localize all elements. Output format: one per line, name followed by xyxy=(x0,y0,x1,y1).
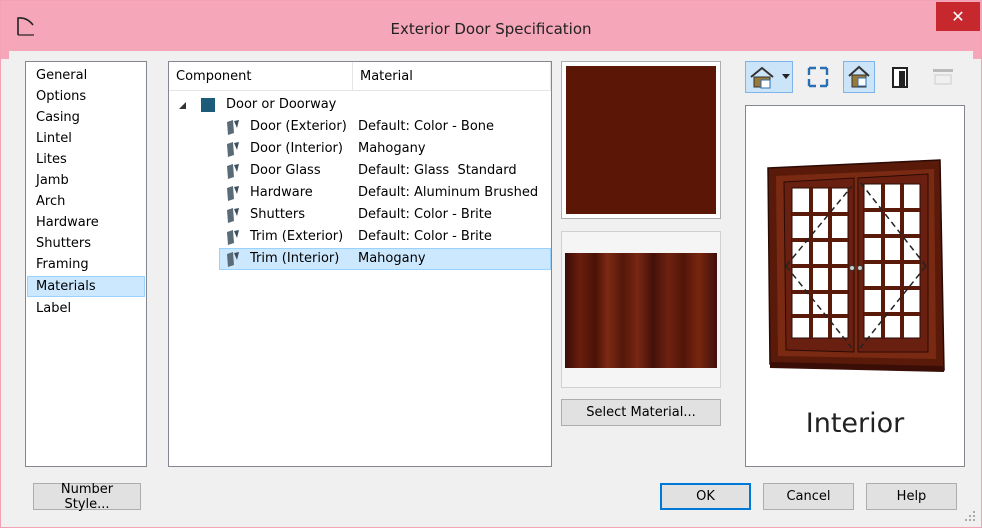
exterior-view-icon xyxy=(892,67,908,88)
tree-row-selected[interactable]: Trim (Interior) Mahogany xyxy=(219,248,551,270)
category-item-arch[interactable]: Arch xyxy=(27,191,145,212)
category-item-options[interactable]: Options xyxy=(27,86,145,107)
material-icon xyxy=(227,164,239,179)
category-item-hardware[interactable]: Hardware xyxy=(27,212,145,233)
category-item-lintel[interactable]: Lintel xyxy=(27,128,145,149)
tree-row[interactable]: Shutters Default: Color - Brite xyxy=(169,204,551,226)
component-tree[interactable]: Component Material Door or Doorway Door … xyxy=(168,61,552,467)
component-material: Default: Aluminum Brushed xyxy=(358,185,539,200)
collapse-arrow-icon[interactable] xyxy=(179,102,186,109)
window-title: Exterior Door Specification xyxy=(390,20,592,38)
double-door-preview-image xyxy=(767,159,945,372)
door-preview-pane[interactable]: Interior xyxy=(745,105,965,467)
cancel-button[interactable]: Cancel xyxy=(763,483,854,510)
view-angle-button[interactable] xyxy=(745,61,793,93)
dialog-window: Exterior Door Specification ✕ General Op… xyxy=(0,0,982,528)
component-name: Trim (Interior) xyxy=(250,251,340,266)
category-item-general[interactable]: General xyxy=(27,65,145,86)
interior-view-button[interactable] xyxy=(843,61,875,93)
component-material: Default: Color - Brite xyxy=(358,207,492,222)
material-icon xyxy=(227,120,239,135)
exterior-view-button[interactable] xyxy=(885,61,917,93)
component-material: Default: Glass Standard xyxy=(358,163,517,178)
tree-root-row[interactable]: Door or Doorway xyxy=(169,94,551,116)
tree-row[interactable]: Door Glass Default: Glass Standard xyxy=(169,160,551,182)
color-swatch-fill xyxy=(566,66,716,214)
ok-button[interactable]: OK xyxy=(660,483,751,510)
preview-view-label: Interior xyxy=(805,408,905,439)
tree-row[interactable]: Door (Exterior) Default: Color - Bone xyxy=(169,116,551,138)
dropdown-arrow-icon xyxy=(782,74,790,79)
material-icon xyxy=(227,186,239,201)
component-material: Mahogany xyxy=(358,141,426,156)
component-name: Trim (Exterior) xyxy=(250,229,344,244)
view-angle-icon xyxy=(750,66,774,89)
material-icon xyxy=(227,230,239,245)
tree-row[interactable]: Trim (Exterior) Default: Color - Brite xyxy=(169,226,551,248)
fill-window-button[interactable] xyxy=(802,61,834,93)
component-name: Hardware xyxy=(250,185,313,200)
material-icon xyxy=(227,208,239,223)
resize-grip-icon[interactable] xyxy=(963,509,977,523)
material-icon xyxy=(227,252,239,267)
reset-view-icon xyxy=(933,69,953,85)
number-style-button[interactable]: Number Style... xyxy=(33,482,141,512)
category-item-framing[interactable]: Framing xyxy=(27,254,145,275)
component-material: Default: Color - Bone xyxy=(358,119,495,134)
tree-row[interactable]: Door (Interior) Mahogany xyxy=(169,138,551,160)
category-item-shutters[interactable]: Shutters xyxy=(27,233,145,254)
interior-view-icon xyxy=(848,65,870,88)
category-item-jamb[interactable]: Jamb xyxy=(27,170,145,191)
reset-view-button[interactable] xyxy=(927,61,959,93)
select-material-button[interactable]: Select Material... xyxy=(561,399,721,426)
tree-root-label: Door or Doorway xyxy=(226,97,337,112)
component-name: Door Glass xyxy=(250,163,321,178)
component-material: Default: Color - Brite xyxy=(358,229,492,244)
category-item-materials[interactable]: Materials xyxy=(27,276,145,297)
category-list[interactable]: General Options Casing Lintel Lites Jamb… xyxy=(25,61,147,467)
help-button[interactable]: Help xyxy=(866,483,957,510)
category-item-casing[interactable]: Casing xyxy=(27,107,145,128)
tree-row[interactable]: Hardware Default: Aluminum Brushed xyxy=(169,182,551,204)
material-texture-swatch xyxy=(561,231,721,388)
fill-window-icon xyxy=(807,66,829,88)
component-name: Door (Exterior) xyxy=(250,119,347,134)
column-header-component[interactable]: Component xyxy=(169,62,353,91)
material-icon xyxy=(227,142,239,157)
column-header-material[interactable]: Material xyxy=(353,62,551,91)
material-color-swatch xyxy=(561,61,721,219)
door-color-swatch-icon xyxy=(201,98,215,112)
category-item-label[interactable]: Label xyxy=(27,298,145,319)
component-name: Shutters xyxy=(250,207,306,222)
category-item-lites[interactable]: Lites xyxy=(27,149,145,170)
close-icon: ✕ xyxy=(951,7,965,26)
texture-swatch-fill xyxy=(565,253,717,368)
component-material: Mahogany xyxy=(358,251,426,266)
close-button[interactable]: ✕ xyxy=(936,2,980,31)
component-name: Door (Interior) xyxy=(250,141,343,156)
